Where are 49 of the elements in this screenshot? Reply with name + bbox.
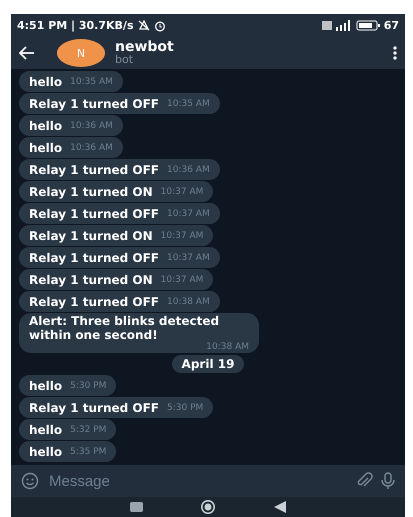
recents-icon[interactable] (130, 502, 143, 512)
back-icon[interactable] (274, 501, 286, 513)
signal-icon (322, 20, 352, 31)
message-text: hello (29, 140, 62, 154)
battery-percent: 67 (384, 19, 399, 32)
message-time: 5:30 PM (167, 402, 204, 412)
back-arrow-icon[interactable] (19, 46, 35, 60)
chat-subtitle: bot (115, 54, 134, 66)
message-time: 10:37 AM (167, 208, 210, 218)
message-text: Relay 1 turned OFF (29, 294, 159, 308)
message-composer[interactable]: Message (11, 465, 405, 497)
message-text: Relay 1 turned ON (29, 228, 153, 242)
home-icon[interactable] (200, 500, 216, 514)
message-text: Relay 1 turned OFF (29, 250, 159, 264)
message-text: Alert: Three blinks detected within one second! (29, 314, 220, 342)
message-text: Relay 1 turned OFF (29, 96, 159, 110)
message-text: hello (29, 444, 62, 458)
microphone-icon[interactable] (381, 472, 395, 490)
message-text: Relay 1 turned ON (29, 272, 153, 286)
date-separator: April 19 (172, 355, 244, 373)
message-text: hello (29, 378, 62, 392)
message-time: 10:36 AM (70, 120, 113, 130)
message-text: hello (29, 118, 62, 132)
message-time: 10:38 AM (167, 296, 210, 306)
message-time: 5:32 PM (70, 424, 106, 434)
message-time: 10:37 AM (167, 252, 210, 262)
message-time: 10:35 AM (167, 98, 210, 108)
message-time: 10:36 AM (167, 164, 210, 174)
message-text: Relay 1 turned OFF (29, 162, 159, 176)
status-time: 4:51 PM | 30.7KB/s (17, 19, 134, 32)
chat-title: newbot (115, 40, 175, 54)
message-text: Relay 1 turned OFF (29, 206, 159, 220)
message-text: Relay 1 turned OFF (29, 400, 159, 414)
battery-icon (356, 20, 380, 31)
message-time: 10:35 AM (70, 76, 113, 86)
message-text: hello (29, 422, 62, 436)
message-text: Relay 1 turned ON (29, 184, 153, 198)
message-time: 10:37 AM (160, 186, 204, 196)
more-menu-icon[interactable] (393, 46, 397, 60)
message-time: 5:35 PM (70, 446, 106, 456)
message-time: 10:36 AM (70, 142, 113, 152)
message-time: 10:38 AM (206, 342, 249, 352)
message-time: 10:37 AM (160, 274, 204, 284)
message-time: 5:30 PM (70, 380, 106, 390)
message-time: 10:37 AM (160, 230, 204, 240)
alarm-icon (154, 20, 166, 32)
avatar: N (57, 39, 105, 67)
emoji-icon[interactable] (21, 472, 39, 490)
message-text: hello (29, 74, 62, 88)
